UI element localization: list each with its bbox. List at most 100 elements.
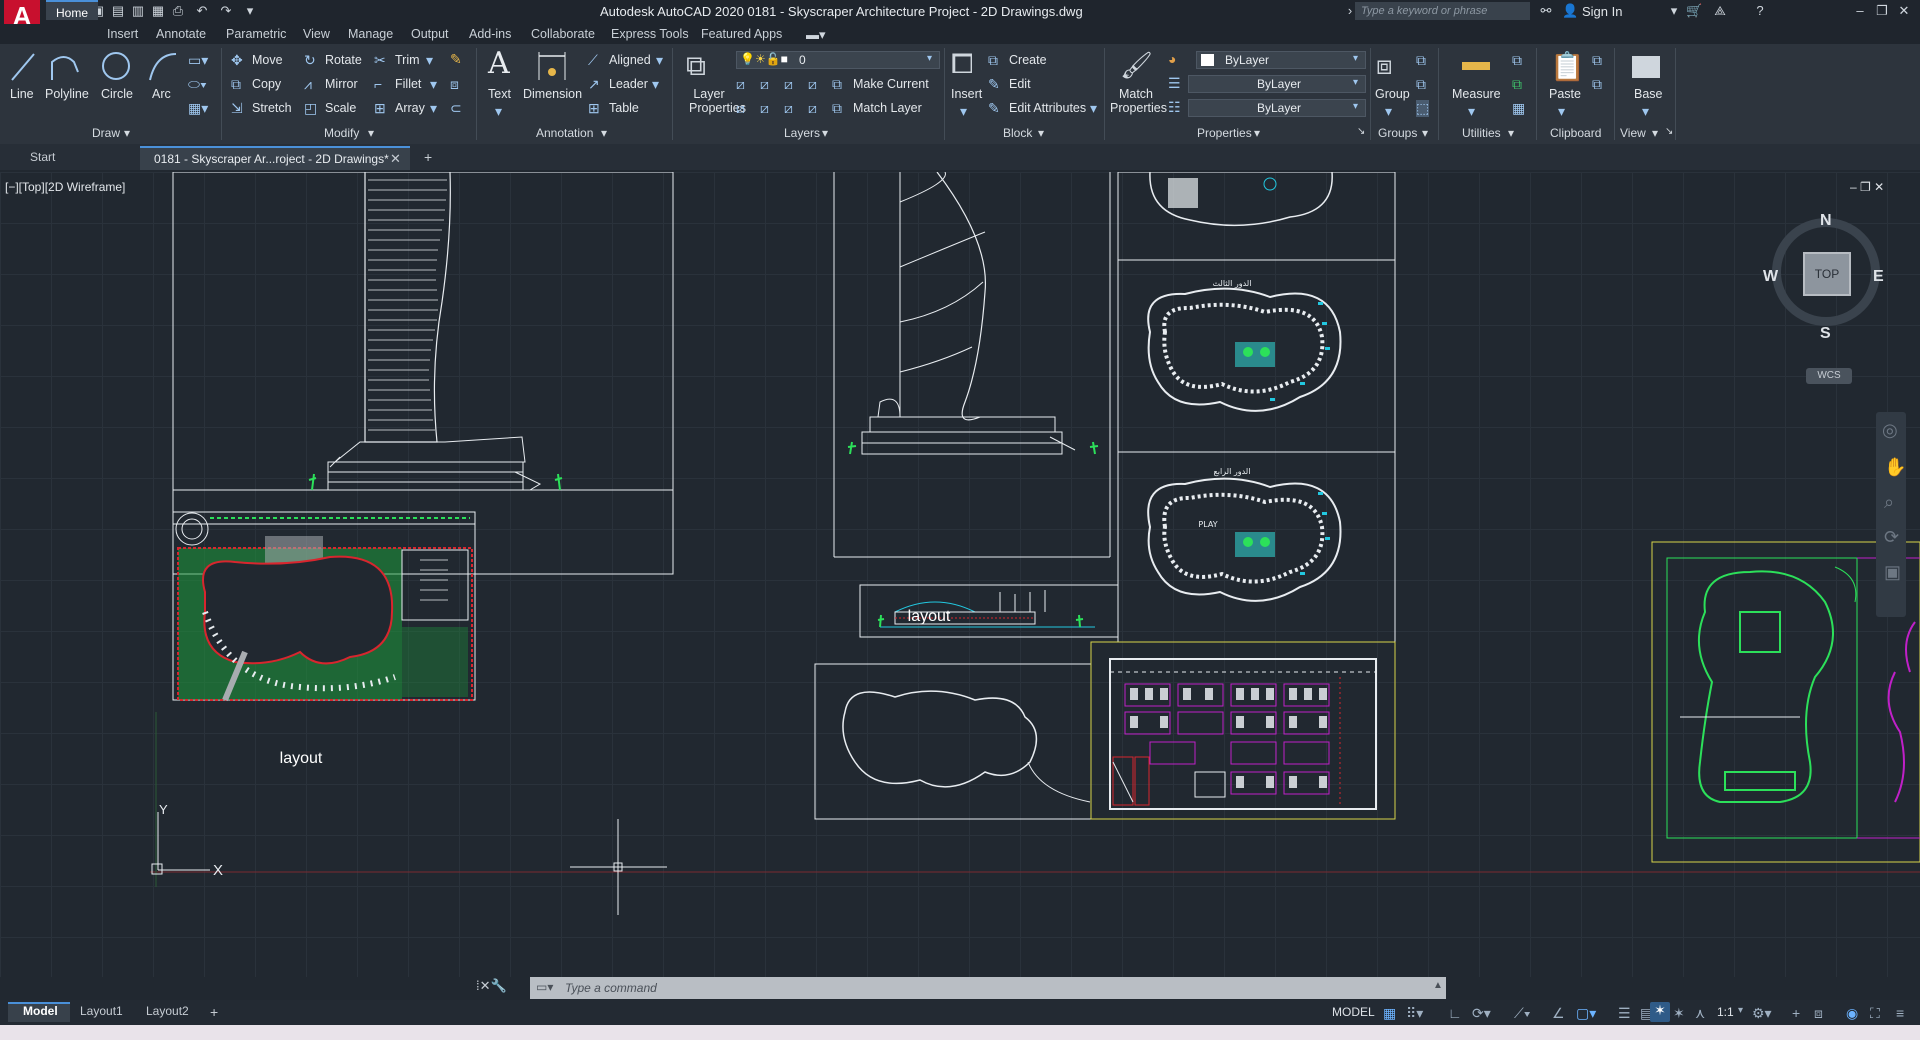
create-block-icon[interactable]: ⧉: [988, 52, 998, 69]
layer-properties-button-label[interactable]: Layer Properties: [689, 87, 746, 115]
annotation-scale-dropdown-icon[interactable]: ▾: [1738, 1005, 1743, 1016]
modify-panel-title[interactable]: Modify: [324, 126, 359, 140]
zoom-icon[interactable]: ⌕: [1884, 492, 1894, 513]
match-properties-button-label[interactable]: Match Properties: [1110, 87, 1167, 115]
tab-layout1[interactable]: Layout1: [80, 1004, 123, 1018]
layer-tool-icon[interactable]: ⧄: [784, 76, 793, 93]
block-panel-expand-icon[interactable]: ▾: [1038, 126, 1044, 140]
color-dropdown-arrow-icon[interactable]: ▾: [1353, 53, 1358, 64]
make-current-icon[interactable]: ⧉: [832, 76, 842, 93]
create-block-button[interactable]: Create: [1009, 53, 1047, 67]
viewcube-east[interactable]: E: [1873, 268, 1884, 286]
circle-button-label[interactable]: Circle: [101, 87, 133, 101]
move-button[interactable]: Move: [252, 53, 283, 67]
draw-panel-title[interactable]: Draw: [92, 126, 120, 140]
units-icon[interactable]: ⧈: [1814, 1005, 1823, 1022]
text-icon[interactable]: A: [488, 46, 510, 81]
annotation-visibility-icon[interactable]: ✶: [1650, 1002, 1670, 1022]
edit-attributes-icon[interactable]: ✎: [988, 100, 1000, 117]
grid-icon[interactable]: ▦: [1383, 1005, 1396, 1022]
command-icon[interactable]: ▭▾: [536, 980, 553, 994]
tab-view[interactable]: View: [303, 27, 330, 41]
paste-icon[interactable]: 📋: [1550, 50, 1585, 83]
cut-icon[interactable]: ⧉: [1592, 52, 1602, 69]
line-button-label[interactable]: Line: [10, 87, 34, 101]
aligned-button[interactable]: Aligned: [609, 53, 651, 67]
dimension-icon[interactable]: [535, 50, 569, 84]
customization-menu-icon[interactable]: ≡: [1896, 1005, 1904, 1021]
restore-icon[interactable]: ❐: [1874, 3, 1890, 19]
table-button[interactable]: Table: [609, 101, 639, 115]
sign-in-button[interactable]: Sign In: [1582, 4, 1622, 19]
trim-icon[interactable]: ✂: [374, 52, 386, 69]
auto-scale-icon[interactable]: ✶: [1673, 1005, 1685, 1022]
ribbon-options-icon[interactable]: ▬▾: [806, 27, 826, 43]
aligned-icon[interactable]: ⟋: [588, 52, 598, 69]
tab-home[interactable]: Home: [46, 0, 99, 20]
wcs-menu[interactable]: WCS: [1806, 368, 1852, 384]
base-dropdown-icon[interactable]: ▾: [1642, 103, 1649, 120]
print-icon[interactable]: ⎙: [170, 3, 186, 19]
base-view-icon[interactable]: [1632, 56, 1660, 78]
group-icon[interactable]: ⧈: [1376, 50, 1393, 82]
pan-icon[interactable]: ✋: [1884, 457, 1906, 478]
layers-panel-expand-icon[interactable]: ▾: [822, 126, 828, 140]
viewcube-north[interactable]: N: [1820, 212, 1832, 230]
snap-icon[interactable]: ⠿▾: [1406, 1005, 1423, 1022]
close-tab-icon[interactable]: ✕: [390, 151, 401, 167]
copy-clip-icon[interactable]: ⧉: [1592, 76, 1602, 93]
undo-icon[interactable]: ↶: [194, 3, 210, 19]
model-space-button[interactable]: MODEL: [1332, 1005, 1375, 1019]
workspace-gear-icon[interactable]: ⚙▾: [1752, 1005, 1772, 1022]
plus-icon[interactable]: +: [1792, 1005, 1800, 1021]
stretch-button[interactable]: Stretch: [252, 101, 292, 115]
object-snap-icon[interactable]: ▢▾: [1576, 1005, 1596, 1022]
object-snap-tracking-icon[interactable]: ∠: [1552, 1005, 1565, 1022]
annotation-scale-icon[interactable]: ⋏: [1695, 1005, 1705, 1022]
measure-icon[interactable]: [1462, 62, 1490, 70]
properties-panel-expand-icon[interactable]: ▾: [1254, 126, 1260, 140]
save-as-icon[interactable]: ▤: [110, 3, 126, 19]
viewcube-south[interactable]: S: [1820, 325, 1831, 343]
array-button[interactable]: Array: [395, 101, 425, 115]
trim-dropdown-icon[interactable]: ▾: [426, 52, 433, 69]
measure-dropdown-icon[interactable]: ▾: [1468, 103, 1475, 120]
polyline-button-label[interactable]: Polyline: [45, 87, 89, 101]
move-icon[interactable]: ✥: [231, 52, 243, 69]
view-dialog-launcher-icon[interactable]: ↘: [1665, 126, 1673, 137]
line-icon[interactable]: [8, 50, 38, 84]
signin-dropdown-icon[interactable]: ▾: [1666, 3, 1682, 19]
customize-quick-access-icon[interactable]: ▾: [242, 3, 258, 19]
lineweight-toggle-icon[interactable]: ☰: [1618, 1005, 1631, 1022]
mirror-icon[interactable]: ⩘: [304, 76, 312, 93]
group-selection-icon[interactable]: ⬚: [1416, 100, 1430, 117]
text-button-label[interactable]: Text: [488, 87, 511, 101]
publish-icon[interactable]: ▦: [150, 3, 166, 19]
rectangle-icon[interactable]: ▭▾: [188, 52, 208, 69]
table-icon[interactable]: ⊞: [588, 100, 600, 117]
block-panel-title[interactable]: Block: [1003, 126, 1032, 140]
lineweight-dropdown-arrow-icon[interactable]: ▾: [1353, 77, 1358, 88]
tab-add-ins[interactable]: Add-ins: [469, 27, 511, 41]
rotate-button[interactable]: Rotate: [325, 53, 362, 67]
modify-panel-expand-icon[interactable]: ▾: [368, 126, 374, 140]
paste-button-label[interactable]: Paste: [1549, 87, 1581, 101]
arc-icon[interactable]: [146, 50, 180, 84]
properties-dialog-launcher-icon[interactable]: ↘: [1357, 126, 1365, 137]
cart-icon[interactable]: 🛒: [1686, 3, 1702, 19]
clipboard-panel-title[interactable]: Clipboard: [1550, 126, 1601, 140]
new-tab-button[interactable]: +: [424, 149, 432, 165]
calculator-icon[interactable]: ▦: [1512, 100, 1525, 117]
mirror-button[interactable]: Mirror: [325, 77, 358, 91]
tab-express-tools[interactable]: Express Tools: [611, 27, 689, 41]
leader-button[interactable]: Leader: [609, 77, 648, 91]
fillet-icon[interactable]: ⌐: [374, 76, 382, 92]
tab-annotate[interactable]: Annotate: [156, 27, 206, 41]
layers-panel-title[interactable]: Layers: [784, 126, 820, 140]
array-dropdown-icon[interactable]: ▾: [430, 100, 437, 117]
dimension-button-label[interactable]: Dimension: [523, 87, 582, 101]
offset-icon[interactable]: ⊂: [450, 100, 462, 117]
fillet-dropdown-icon[interactable]: ▾: [430, 76, 437, 93]
layer-tool-icon[interactable]: ⧄: [760, 100, 769, 117]
view-panel-expand-icon[interactable]: ▾: [1652, 126, 1658, 140]
